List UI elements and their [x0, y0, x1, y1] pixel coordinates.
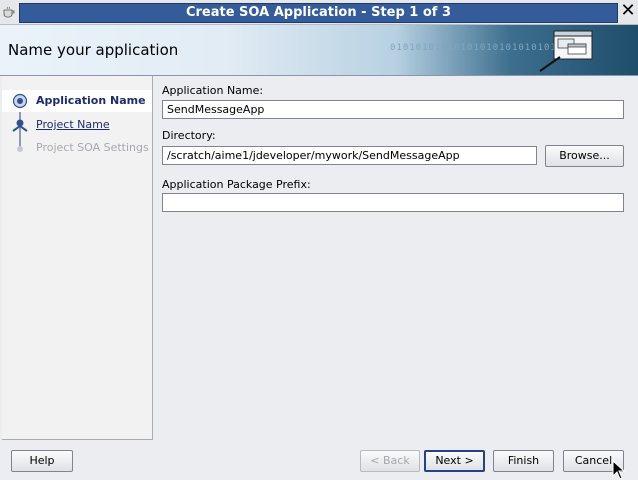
coffee-cup-icon — [3, 6, 15, 18]
application-name-input[interactable]: SendMessageApp — [162, 100, 624, 119]
wizard-header: Name your application 010101010101010101… — [0, 25, 638, 76]
window-title: Create SOA Application - Step 1 of 3 — [185, 5, 452, 20]
next-step-icon — [12, 119, 28, 132]
step-label[interactable]: Project Name — [36, 114, 110, 136]
wizard-steps-panel: Application Name Project Name Project SO… — [2, 76, 153, 440]
browse-button[interactable]: Browse... — [545, 145, 624, 167]
page-title: Name your application — [8, 41, 179, 59]
directory-label: Directory: — [162, 129, 216, 142]
disabled-step-icon — [17, 146, 23, 152]
help-button[interactable]: Help — [11, 450, 73, 472]
wizard-content: Application Name: SendMessageApp Directo… — [152, 76, 638, 440]
directory-input[interactable]: /scratch/aime1/jdeveloper/mywork/SendMes… — [162, 146, 537, 165]
step-project-soa-settings: Project SOA Settings — [2, 137, 152, 159]
back-button[interactable]: < Back — [360, 450, 420, 472]
current-step-icon — [12, 93, 28, 109]
title-bar: Create SOA Application - Step 1 of 3 ✕ — [0, 0, 638, 25]
step-label: Project SOA Settings — [36, 141, 149, 154]
application-windows-icon — [539, 30, 593, 72]
package-prefix-input[interactable] — [162, 193, 624, 212]
application-name-label: Application Name: — [162, 84, 264, 97]
finish-button[interactable]: Finish — [493, 450, 554, 472]
step-label: Application Name — [36, 94, 146, 107]
mouse-pointer-icon — [612, 460, 626, 480]
close-icon[interactable]: ✕ — [619, 2, 637, 20]
package-prefix-label: Application Package Prefix: — [162, 178, 311, 191]
next-button[interactable]: Next > — [424, 450, 485, 472]
